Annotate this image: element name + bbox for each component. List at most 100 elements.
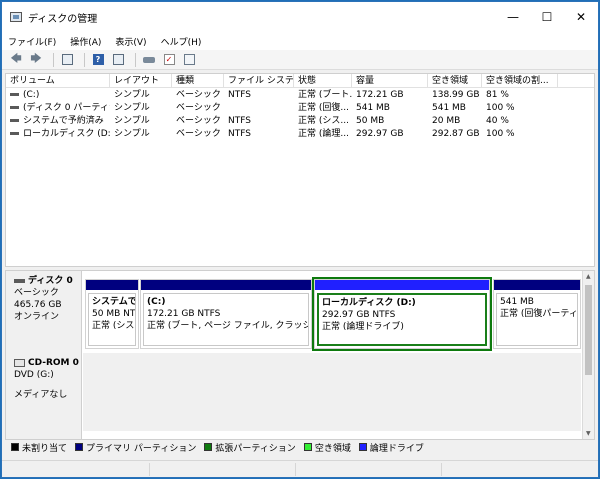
column-header-volume[interactable]: ボリューム [6, 74, 110, 88]
view-pane-icon [112, 54, 124, 65]
volume-name-cell: システムで予約済み [6, 115, 110, 128]
disk-pane-scrollbar[interactable]: ▲ ▼ [582, 271, 594, 439]
toolbar-separator [84, 52, 85, 67]
partition-body: (C:) 172.21 GB NTFS 正常 (ブート, ページ ファイル, ク… [143, 293, 309, 346]
show-hide-console-button[interactable] [59, 52, 75, 68]
volume-name: (C:) [23, 90, 40, 100]
status-segment [296, 463, 442, 476]
layout-cell: シンプル [114, 129, 150, 139]
check-button[interactable]: ✓ [161, 52, 177, 68]
disk-management-window: ディスクの管理 — ☐ ✕ ファイル(F) 操作(A) 表示(V) ヘルプ(H)… [1, 1, 599, 478]
partition-d-drive[interactable]: ローカルディスク (D:) 292.97 GB NTFS 正常 (論理ドライブ) [314, 279, 490, 349]
legend-item-extended: 拡張パーティション [204, 441, 296, 454]
free-space-cell: 541 MB [432, 103, 466, 113]
logical-drive-bar [315, 280, 489, 290]
close-button[interactable]: ✕ [564, 2, 598, 32]
connect-button[interactable] [141, 52, 157, 68]
cdrom-0-drive: DVD (G:) [14, 370, 54, 380]
cdrom-0-area[interactable] [83, 353, 581, 431]
window-controls: — ☐ ✕ [496, 2, 598, 32]
partition-title: ローカルディスク (D:) [322, 298, 416, 308]
cdrom-0-media: メディアなし [14, 390, 68, 400]
back-button[interactable]: 🡄 [8, 52, 24, 68]
status-bar [2, 460, 598, 477]
disk-management-app-icon [10, 12, 22, 22]
key-icon [143, 56, 155, 63]
partition-size: 50 MB NTFS [92, 309, 136, 319]
legend-label: 空き領域 [314, 443, 351, 454]
cdrom-0-name-row: CD-ROM 0 [14, 357, 81, 369]
file-system-cell: NTFS [228, 90, 251, 100]
type-cell: ベーシック [176, 90, 221, 100]
partition-recovery[interactable]: 541 MB 正常 (回復パーティシ [493, 279, 581, 349]
partition-status: 正常 (ブート, ページ ファイル, クラッシュ ダンプ [147, 321, 308, 331]
volume-row[interactable]: システムで予約済み シンプル ベーシック NTFS 正常 (シス... 50 M… [6, 115, 594, 128]
partition-c-drive[interactable]: (C:) 172.21 GB NTFS 正常 (ブート, ページ ファイル, ク… [140, 279, 312, 349]
legend-item-free-space: 空き領域 [303, 441, 351, 454]
disk-0-label[interactable]: ディスク 0 ベーシック 465.76 GB オンライン [6, 271, 82, 353]
type-cell: ベーシック [176, 129, 221, 139]
status-cell: 正常 (論理... [298, 129, 349, 139]
menu-help[interactable]: ヘルプ(H) [161, 35, 202, 48]
disk-graphical-pane: ディスク 0 ベーシック 465.76 GB オンライン システムで予 50 M… [5, 270, 595, 440]
percent-free-cell: 100 % [486, 103, 515, 113]
volume-list-pane: ボリューム レイアウト 種類 ファイル システム 状態 容量 空き領域 空き領域… [5, 73, 595, 267]
legend-swatch [303, 443, 312, 451]
view-button[interactable] [110, 52, 126, 68]
cdrom-0-label[interactable]: CD-ROM 0 DVD (G:) メディアなし [6, 353, 82, 439]
legend-label: プライマリ パーティション [86, 443, 197, 454]
volume-row[interactable]: ローカルディスク (D:) シンプル ベーシック NTFS 正常 (論理... … [6, 128, 594, 141]
menu-view[interactable]: 表示(V) [115, 35, 146, 48]
disk-icon [14, 278, 25, 283]
maximize-button[interactable]: ☐ [530, 2, 564, 32]
layout-cell: シンプル [114, 103, 150, 113]
free-space-cell: 20 MB [432, 116, 461, 126]
cdrom-0-name: CD-ROM 0 [28, 358, 79, 368]
scroll-down-icon[interactable]: ▼ [586, 430, 591, 437]
disk-0-type: ベーシック [14, 288, 59, 298]
legend-swatch [11, 443, 19, 451]
partition-body: 541 MB 正常 (回復パーティシ [496, 293, 578, 346]
menu-file[interactable]: ファイル(F) [8, 35, 56, 48]
help-button[interactable]: ? [90, 52, 106, 68]
partition-status: 正常 (回復パーティシ [500, 309, 578, 319]
volume-icon [10, 93, 19, 96]
partition-system-reserved[interactable]: システムで予 50 MB NTFS 正常 (システ [85, 279, 139, 349]
legend-swatch [75, 443, 84, 451]
type-cell: ベーシック [176, 103, 221, 113]
partition-status: 正常 (システ [92, 321, 135, 331]
percent-free-cell: 100 % [486, 129, 515, 139]
forward-button[interactable]: 🡆 [28, 52, 44, 68]
column-header-file-system[interactable]: ファイル システム [224, 74, 294, 88]
volume-row[interactable]: (C:) シンプル ベーシック NTFS 正常 (ブート... 172.21 G… [6, 89, 594, 102]
properties-button[interactable] [181, 52, 197, 68]
cdrom-icon [14, 358, 25, 367]
column-header-type[interactable]: 種類 [172, 74, 224, 88]
menu-action[interactable]: 操作(A) [70, 35, 101, 48]
volume-icon [10, 132, 19, 135]
column-header-status[interactable]: 状態 [294, 74, 352, 88]
column-header-free-space[interactable]: 空き領域 [428, 74, 482, 88]
type-cell: ベーシック [176, 116, 221, 126]
partition-size: 172.21 GB NTFS [147, 309, 221, 319]
capacity-cell: 50 MB [356, 116, 385, 126]
volume-name: システムで予約済み [23, 116, 104, 126]
scroll-up-icon[interactable]: ▲ [586, 273, 591, 280]
primary-partition-bar [494, 280, 580, 290]
capacity-cell: 172.21 GB [356, 90, 404, 100]
column-header-percent-free[interactable]: 空き領域の割... [482, 74, 558, 88]
volume-row[interactable]: (ディスク 0 パーティシ... シンプル ベーシック 正常 (回復... 54… [6, 102, 594, 115]
disk-0-name-row: ディスク 0 [14, 275, 81, 287]
partition-body: システムで予 50 MB NTFS 正常 (システ [88, 293, 136, 346]
scroll-thumb[interactable] [585, 285, 592, 375]
layout-cell: シンプル [114, 116, 150, 126]
file-system-cell: NTFS [228, 116, 251, 126]
column-header-layout[interactable]: レイアウト [110, 74, 172, 88]
minimize-button[interactable]: — [496, 2, 530, 32]
column-header-capacity[interactable]: 容量 [352, 74, 428, 88]
back-arrow-icon: 🡄 [10, 52, 22, 65]
legend-label: 拡張パーティション [215, 443, 296, 454]
partition-title: (C:) [147, 297, 166, 307]
volume-icon [10, 106, 19, 109]
primary-partition-bar [141, 280, 311, 290]
